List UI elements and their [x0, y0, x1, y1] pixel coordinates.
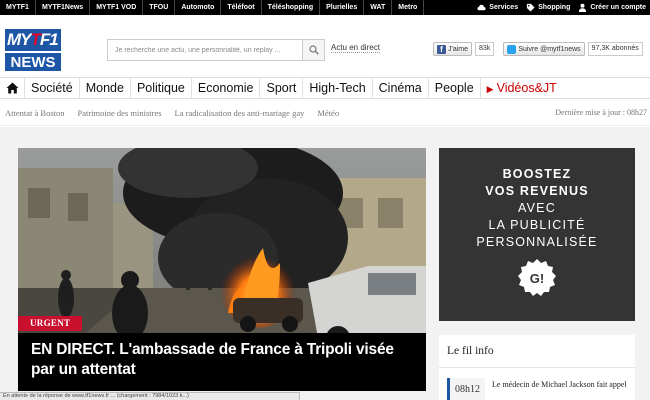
urgent-badge: URGENT [18, 316, 83, 331]
twitter-follow-button[interactable]: Suivre @mytf1news [503, 42, 585, 56]
nav-item-high-tech[interactable]: High-Tech [302, 77, 371, 99]
network-link-mytf1[interactable]: MYTF1 [0, 0, 36, 15]
search-icon [308, 45, 319, 55]
topic-link-anti-mariage-gay[interactable]: La radicalisation des anti-mariage gay [175, 108, 305, 118]
facebook-like-button[interactable]: f J'aime [433, 42, 473, 56]
network-link-wat[interactable]: WAT [364, 0, 393, 15]
services-label: Services [489, 4, 519, 11]
news-feed-title: Le fil info [439, 335, 635, 368]
nav-item-sport[interactable]: Sport [259, 77, 302, 99]
facebook-like-count: 83k [475, 42, 495, 56]
news-feed-text: Le médecin de Michael Jackson fait appel [492, 380, 627, 389]
network-link-mytf1-vod[interactable]: MYTF1 VOD [90, 0, 144, 15]
home-icon [6, 82, 18, 94]
network-link-mytf1news[interactable]: MYTF1News [36, 0, 91, 15]
user-icon [579, 3, 587, 12]
nav-item-politique[interactable]: Politique [129, 77, 191, 99]
search-input[interactable] [108, 40, 302, 60]
browser-status-bar: En attente de la réponse de www.tf1news.… [0, 392, 300, 400]
news-feed-time: 08h12 [447, 378, 485, 400]
nav-item-economie[interactable]: Economie [190, 77, 260, 99]
facebook-like-label: J'aime [448, 45, 469, 53]
cloud-icon [477, 4, 486, 11]
network-link-telefoot[interactable]: Téléfoot [221, 0, 262, 15]
network-link-teleshopping[interactable]: Téléshopping [262, 0, 321, 15]
nav-item-cinema[interactable]: Cinéma [371, 77, 428, 99]
network-link-tfou[interactable]: TFOU [143, 0, 176, 15]
twitter-icon [507, 44, 517, 54]
topic-link-attentat-boston[interactable]: Attentat à Boston [5, 108, 65, 118]
hero-article[interactable]: URGENT EN DIRECT. L'ambassade de France … [18, 148, 426, 391]
live-news-link[interactable]: Actu en direct [331, 43, 380, 53]
tag-icon [526, 3, 535, 12]
network-links: MYTF1 MYTF1News MYTF1 VOD TFOU Automoto … [0, 0, 425, 15]
trending-topics-bar: Attentat à Boston Patrimoine des ministr… [0, 100, 650, 126]
search-button[interactable] [302, 40, 324, 60]
facebook-icon: f [437, 44, 446, 54]
search-box [107, 39, 325, 61]
ad-seal-icon: G! [518, 259, 556, 296]
ad-text: BOOSTEZ VOS REVENUS AVEC LA PUBLICITÉ PE… [476, 167, 598, 249]
news-feed: Le fil info 08h12 Le médecin de Michael … [439, 335, 635, 400]
topbar-utilities: Services Shopping Créer un compte [477, 3, 650, 12]
play-icon: ▶ [486, 84, 494, 94]
network-link-metro[interactable]: Metro [392, 0, 425, 15]
topic-link-meteo[interactable]: Météo [317, 108, 339, 118]
social-buttons: f J'aime 83k Suivre @mytf1news 97,3K abo… [433, 42, 643, 56]
shopping-label: Shopping [538, 4, 571, 11]
topic-link-patrimoine-ministres[interactable]: Patrimoine des ministres [78, 108, 162, 118]
svg-text:G!: G! [530, 271, 544, 286]
create-account-label: Créer un compte [590, 4, 646, 11]
shopping-button[interactable]: Shopping [526, 3, 570, 12]
advertisement[interactable]: BOOSTEZ VOS REVENUS AVEC LA PUBLICITÉ PE… [439, 148, 635, 321]
main-navigation: Société Monde Politique Economie Sport H… [0, 77, 650, 99]
network-link-automoto[interactable]: Automoto [175, 0, 222, 15]
last-updated: Dernière mise à jour : 08h27 [555, 108, 647, 117]
hero-headline[interactable]: EN DIRECT. L'ambassade de France à Tripo… [18, 333, 426, 391]
nav-item-people[interactable]: People [427, 77, 480, 99]
create-account-button[interactable]: Créer un compte [578, 3, 646, 12]
nav-item-videos-jt[interactable]: ▶ Vidéos&JT [479, 77, 563, 99]
news-feed-item[interactable]: 08h12 Le médecin de Michael Jackson fait… [439, 368, 635, 400]
site-header: MYTF1 NEWS Actu en direct f J'aime 83k S… [0, 15, 650, 77]
nav-item-videos-jt-label: Vidéos&JT [496, 81, 557, 95]
services-button[interactable]: Services [477, 3, 518, 12]
mytf1news-logo[interactable]: MYTF1 NEWS [5, 29, 61, 71]
home-button[interactable] [0, 77, 24, 99]
nav-item-societe[interactable]: Société [24, 77, 79, 99]
network-link-plurielles[interactable]: Plurielles [320, 0, 365, 15]
twitter-follower-count: 97,3K abonnés [587, 42, 643, 56]
network-bar: MYTF1 MYTF1News MYTF1 VOD TFOU Automoto … [0, 0, 650, 15]
twitter-follow-label: Suivre @mytf1news [518, 45, 581, 53]
nav-item-monde[interactable]: Monde [78, 77, 130, 99]
